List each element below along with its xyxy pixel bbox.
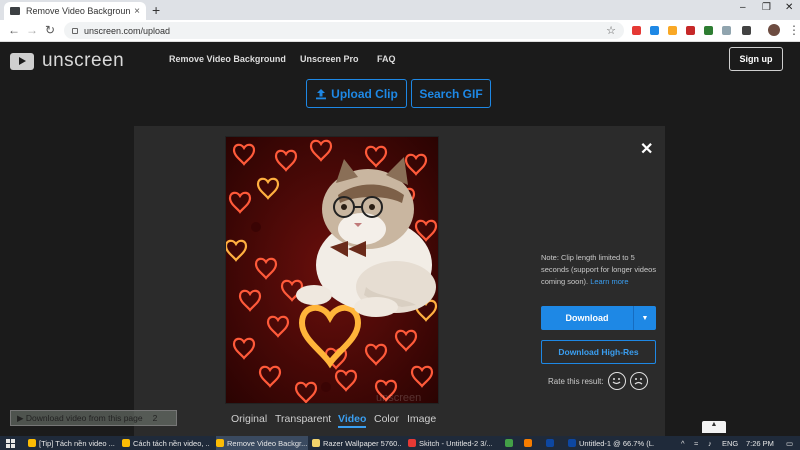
learn-more-link[interactable]: Learn more — [590, 277, 628, 286]
chrome-icon — [122, 439, 130, 447]
skitch-icon — [408, 439, 416, 447]
nav-remove-video-background[interactable]: Remove Video Background — [169, 54, 286, 64]
tab-original[interactable]: Original — [231, 413, 267, 425]
extension-icon[interactable] — [722, 26, 731, 35]
sad-face-icon[interactable] — [630, 372, 648, 390]
download-video-extension-bar[interactable]: ▶ Download video from this page 2 — [10, 410, 177, 426]
tab-close-icon[interactable]: × — [134, 6, 140, 17]
cat-hearts-illustration: unscreen — [226, 137, 438, 404]
photoshop-icon — [568, 439, 576, 447]
play-logo-icon — [10, 52, 34, 70]
download-bar-badge: 2 — [152, 413, 158, 423]
sign-up-button[interactable]: Sign up — [729, 47, 783, 71]
volume-icon[interactable]: ♪ — [708, 436, 716, 450]
extension-icon[interactable] — [704, 26, 713, 35]
bookmark-star-icon[interactable]: ☆ — [606, 24, 616, 37]
photoshop-icon[interactable] — [546, 436, 556, 450]
windows-start-icon[interactable] — [6, 439, 15, 448]
back-arrow-icon[interactable]: ← — [8, 23, 20, 37]
chrome-icon — [216, 439, 224, 447]
extension-icon[interactable] — [668, 26, 677, 35]
happy-face-icon[interactable] — [608, 372, 626, 390]
taskbar-app-icon[interactable] — [505, 436, 513, 450]
window-maximize-button[interactable]: ❐ — [762, 2, 771, 13]
clip-length-note: Note: Clip length limited to 5 seconds (… — [541, 252, 659, 288]
taskbar-item-active[interactable]: Remove Video Backgr... — [216, 436, 308, 450]
extension-icon[interactable] — [742, 26, 751, 35]
video-preview[interactable]: unscreen — [225, 136, 439, 404]
extension-icon[interactable] — [686, 26, 695, 35]
scroll-up-button[interactable]: ▲ — [702, 421, 726, 433]
taskbar-item[interactable]: Razer Wallpaper 5760... — [312, 436, 402, 450]
new-tab-button[interactable]: + — [152, 2, 160, 18]
browser-tab[interactable]: Remove Video Background – Un × — [4, 2, 146, 20]
tab-title: Remove Video Background – Un — [26, 6, 131, 16]
extension-icon[interactable] — [632, 26, 641, 35]
lock-icon — [72, 27, 78, 34]
language-indicator[interactable]: ENG — [722, 436, 740, 450]
tab-image[interactable]: Image — [407, 413, 436, 425]
window-close-button[interactable]: ✕ — [785, 2, 793, 13]
forward-arrow-icon[interactable]: → — [26, 23, 38, 37]
browser-tabstrip: Remove Video Background – Un × + – ❐ ✕ — [0, 0, 800, 20]
search-gif-button[interactable]: Search GIF — [411, 79, 491, 108]
taskbar-app-icon[interactable] — [524, 436, 532, 450]
profile-avatar[interactable] — [768, 24, 780, 36]
url-text: unscreen.com/upload — [84, 25, 171, 36]
window-minimize-button[interactable]: – — [740, 2, 746, 13]
folder-icon — [312, 439, 320, 447]
logo-text: unscreen — [42, 50, 125, 71]
taskbar-item[interactable]: Cách tách nền video, ... — [122, 436, 210, 450]
notification-icon[interactable]: ▭ — [786, 436, 796, 450]
download-button[interactable]: Download — [541, 306, 633, 330]
browser-toolbar: ← → ↻ unscreen.com/upload ☆ ⋮ — [0, 20, 800, 42]
address-bar[interactable]: unscreen.com/upload ☆ — [64, 22, 624, 39]
unscreen-logo[interactable]: unscreen — [10, 50, 124, 72]
nav-unscreen-pro[interactable]: Unscreen Pro — [300, 54, 359, 64]
upload-icon — [316, 88, 327, 99]
extension-icon[interactable] — [650, 26, 659, 35]
watermark-text: unscreen — [376, 392, 421, 404]
download-bar-label: ▶ Download video from this page — [17, 412, 143, 423]
tray-chevron-up-icon[interactable]: ^ — [681, 436, 689, 450]
taskbar-item[interactable]: Skitch - Untitled-2 3/... — [408, 436, 492, 450]
windows-taskbar: [Tip] Tách nền video ... Cách tách nền v… — [0, 436, 800, 450]
rate-result-label: Rate this result: — [548, 377, 604, 386]
wifi-icon[interactable]: ≈ — [694, 436, 702, 450]
taskbar-item[interactable]: [Tip] Tách nền video ... — [28, 436, 116, 450]
reload-icon[interactable]: ↻ — [45, 23, 55, 37]
tab-transparent[interactable]: Transparent — [275, 413, 331, 425]
nav-faq[interactable]: FAQ — [377, 54, 396, 64]
site-header: unscreen Remove Video Background Unscree… — [0, 42, 800, 75]
tab-video[interactable]: Video — [338, 413, 367, 428]
download-high-res-button[interactable]: Download High-Res — [541, 340, 656, 364]
taskbar-item[interactable]: Untitled-1 @ 66.7% (L... — [568, 436, 654, 450]
menu-dots-icon[interactable]: ⋮ — [788, 23, 800, 37]
site-favicon-icon — [10, 7, 20, 15]
upload-clip-label: Upload Clip — [331, 86, 398, 101]
download-options-chevron-icon[interactable]: ▼ — [633, 306, 656, 330]
download-split-button: Download ▼ — [541, 306, 656, 330]
close-dialog-icon[interactable]: ✕ — [640, 139, 653, 159]
tab-color[interactable]: Color — [374, 413, 399, 425]
clock-time[interactable]: 7:26 PM — [746, 436, 776, 450]
chrome-icon — [28, 439, 36, 447]
upload-clip-button[interactable]: Upload Clip — [306, 79, 407, 108]
